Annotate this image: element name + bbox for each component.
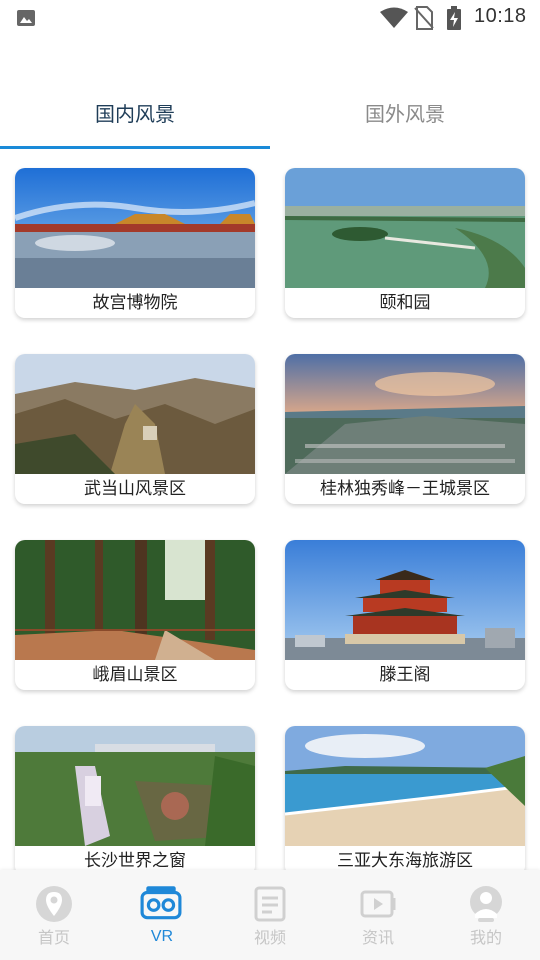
- category-tabs: 国内风景 国外风景: [0, 92, 540, 152]
- image-notification-icon: [17, 10, 35, 26]
- video-list-icon: [254, 886, 286, 922]
- spot-photo-yiheyuan: [285, 168, 525, 288]
- nav-label: 资讯: [361, 928, 394, 947]
- spot-photo-emeishan: [15, 540, 255, 660]
- tab-domestic[interactable]: 国内风景: [0, 92, 270, 136]
- user-avatar-icon: [470, 886, 502, 922]
- active-tab-indicator: [0, 146, 270, 149]
- nav-vr[interactable]: VR: [108, 870, 216, 960]
- spot-photo-wudangshan: [15, 354, 255, 474]
- spot-card-tengwangge[interactable]: 滕王阁: [285, 540, 525, 690]
- nav-label: 视频: [253, 928, 286, 947]
- spot-card-sanya[interactable]: 三亚大东海旅游区: [285, 726, 525, 876]
- spot-photo-tengwangge: [285, 540, 525, 660]
- spot-photo-gugong: [15, 168, 255, 288]
- nav-home[interactable]: 首页: [0, 870, 108, 960]
- spot-photo-changsha: [15, 726, 255, 846]
- vr-headset-icon: [140, 886, 182, 920]
- spot-card-guilin[interactable]: 桂林独秀峰－王城景区: [285, 354, 525, 504]
- play-screen-icon: [360, 890, 396, 918]
- nav-video[interactable]: 视频: [216, 870, 324, 960]
- spot-photo-guilin: [285, 354, 525, 474]
- spot-name: 武当山风景区: [84, 479, 186, 499]
- clock: 10:18: [474, 5, 527, 27]
- spot-card-wudangshan[interactable]: 武当山风景区: [15, 354, 255, 504]
- nav-label: 我的: [469, 928, 502, 947]
- no-sim-icon: [414, 6, 434, 30]
- spot-photo-sanya: [285, 726, 525, 846]
- bottom-navigation: 首页 VR 视频 资讯 我的: [0, 870, 540, 960]
- wifi-icon: [380, 7, 408, 28]
- location-pin-icon: [36, 886, 72, 922]
- battery-charging-icon: [447, 6, 461, 30]
- spot-name: 峨眉山景区: [92, 665, 178, 685]
- nav-mine[interactable]: 我的: [432, 870, 540, 960]
- spot-name: 滕王阁: [379, 665, 431, 685]
- nav-label: VR: [150, 928, 174, 945]
- spot-card-changsha[interactable]: 长沙世界之窗: [15, 726, 255, 876]
- spot-card-emeishan[interactable]: 峨眉山景区: [15, 540, 255, 690]
- spot-card-yiheyuan[interactable]: 颐和园: [285, 168, 525, 318]
- spot-name: 故宫博物院: [92, 293, 178, 313]
- nav-label: 首页: [37, 928, 70, 947]
- spot-card-gugong[interactable]: 故宫博物院: [15, 168, 255, 318]
- status-bar: 10:18: [0, 0, 540, 36]
- tab-foreign[interactable]: 国外风景: [270, 92, 540, 136]
- spot-name: 颐和园: [379, 293, 431, 313]
- spot-name: 桂林独秀峰－王城景区: [320, 479, 490, 499]
- nav-news[interactable]: 资讯: [324, 870, 432, 960]
